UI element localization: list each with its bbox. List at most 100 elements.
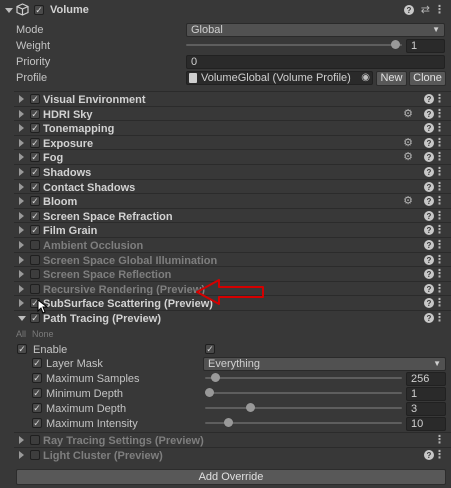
override-enable-checkbox[interactable] — [30, 240, 40, 250]
override-row[interactable]: ✓ Visual Environment? ⋮ — [0, 92, 451, 107]
gear-icon[interactable]: ⚙ — [403, 137, 413, 149]
max-samples-field[interactable]: 256 — [406, 372, 446, 386]
enable-override-checkbox[interactable]: ✓ — [17, 344, 27, 354]
max-depth-field[interactable]: 3 — [406, 402, 446, 416]
override-enable-checkbox[interactable]: ✓ — [30, 196, 40, 206]
kebab-menu-icon[interactable]: ⋮ — [434, 181, 445, 193]
gear-icon[interactable]: ⚙ — [403, 108, 413, 120]
gear-icon[interactable]: ⚙ — [403, 195, 413, 207]
override-row[interactable]: ✓ Bloom ⚙? ⋮ — [0, 194, 451, 209]
expand-arrow-icon[interactable] — [19, 168, 24, 176]
weight-slider-thumb[interactable] — [391, 40, 400, 49]
expand-arrow-icon[interactable] — [19, 256, 24, 264]
max-samples-slider[interactable] — [205, 371, 402, 386]
help-icon[interactable]: ? — [424, 138, 434, 148]
max-depth-override-checkbox[interactable]: ✓ — [32, 403, 42, 413]
preset-icon[interactable]: ⇄ — [421, 3, 430, 16]
help-icon[interactable]: ? — [424, 269, 434, 279]
override-row[interactable]: Ambient Occlusion? ⋮ — [0, 238, 451, 253]
max-samples-override-checkbox[interactable]: ✓ — [32, 373, 42, 383]
kebab-menu-icon[interactable]: ⋮ — [434, 195, 445, 207]
kebab-menu-icon[interactable]: ⋮ — [434, 122, 445, 134]
kebab-menu-icon[interactable]: ⋮ — [434, 93, 445, 105]
component-enabled-checkbox[interactable]: ✓ — [34, 5, 44, 15]
min-depth-field[interactable]: 1 — [406, 387, 446, 401]
kebab-menu-icon[interactable]: ⋮ — [434, 434, 445, 446]
max-depth-slider-thumb[interactable] — [246, 403, 255, 412]
priority-field[interactable]: 0 — [186, 55, 445, 69]
mode-dropdown[interactable]: Global ▼ — [186, 23, 445, 37]
weight-field[interactable]: 1 — [406, 39, 445, 53]
help-icon[interactable]: ? — [424, 123, 434, 133]
clone-button[interactable]: Clone — [409, 71, 446, 86]
override-light-cluster[interactable]: Light Cluster (Preview) ? ⋮ — [0, 448, 451, 463]
help-icon[interactable]: ? — [424, 255, 434, 265]
help-icon[interactable]: ? — [404, 5, 414, 15]
override-row[interactable]: ✓ Shadows? ⋮ — [0, 165, 451, 180]
expand-arrow-icon[interactable] — [19, 270, 24, 278]
override-row[interactable]: ✓ Fog ⚙? ⋮ — [0, 150, 451, 165]
kebab-menu-icon[interactable]: ⋮ — [434, 224, 445, 236]
override-enable-checkbox[interactable] — [30, 284, 40, 294]
enable-value-checkbox[interactable]: ✓ — [205, 344, 215, 354]
override-enable-checkbox[interactable] — [30, 269, 40, 279]
expand-arrow-icon[interactable] — [19, 212, 24, 220]
kebab-menu-icon[interactable]: ⋮ — [434, 137, 445, 149]
help-icon[interactable]: ? — [424, 284, 434, 294]
override-enable-checkbox[interactable]: ✓ — [30, 211, 40, 221]
override-enable-checkbox[interactable] — [30, 450, 40, 460]
kebab-menu-icon[interactable]: ⋮ — [434, 108, 445, 120]
kebab-menu-icon[interactable]: ⋮ — [434, 268, 445, 280]
override-enable-checkbox[interactable]: ✓ — [30, 167, 40, 177]
kebab-menu-icon[interactable]: ⋮ — [434, 449, 445, 461]
expand-arrow-icon[interactable] — [19, 299, 24, 307]
expand-arrow-icon[interactable] — [19, 139, 24, 147]
expand-arrow-icon[interactable] — [19, 241, 24, 249]
override-enable-checkbox[interactable]: ✓ — [30, 123, 40, 133]
help-icon[interactable]: ? — [424, 196, 434, 206]
object-picker-icon[interactable]: ◉ — [361, 72, 370, 84]
override-enable-checkbox[interactable]: ✓ — [30, 225, 40, 235]
override-enable-checkbox[interactable]: ✓ — [30, 109, 40, 119]
new-button[interactable]: New — [376, 71, 407, 86]
gear-icon[interactable]: ⚙ — [403, 151, 413, 163]
help-icon[interactable]: ? — [424, 240, 434, 250]
expand-arrow-icon[interactable] — [19, 153, 24, 161]
add-override-button[interactable]: Add Override — [16, 469, 446, 485]
kebab-menu-icon[interactable]: ⋮ — [434, 283, 445, 295]
max-samples-slider-thumb[interactable] — [211, 373, 220, 382]
all-link[interactable]: All — [16, 329, 26, 339]
min-depth-slider-thumb[interactable] — [205, 388, 214, 397]
override-enable-checkbox[interactable]: ✓ — [30, 138, 40, 148]
help-icon[interactable]: ? — [424, 94, 434, 104]
layer-mask-dropdown[interactable]: Everything ▼ — [203, 357, 446, 371]
help-icon[interactable]: ? — [424, 298, 434, 308]
max-depth-slider[interactable] — [205, 401, 402, 416]
help-icon[interactable]: ? — [424, 211, 434, 221]
weight-slider[interactable] — [186, 38, 402, 53]
expand-arrow-icon[interactable] — [19, 451, 24, 459]
override-row[interactable]: ✓ Film Grain? ⋮ — [0, 223, 451, 238]
collapse-arrow-icon[interactable] — [18, 316, 26, 321]
kebab-menu-icon[interactable]: ⋮ — [434, 297, 445, 309]
max-intensity-field[interactable]: 10 — [406, 417, 446, 431]
none-link[interactable]: None — [32, 329, 54, 339]
override-row[interactable]: ✓ Path Tracing (Preview)? ⋮ — [0, 311, 451, 326]
kebab-menu-icon[interactable]: ⋮ — [434, 312, 445, 324]
help-icon[interactable]: ? — [424, 450, 434, 460]
kebab-menu-icon[interactable]: ⋮ — [434, 166, 445, 178]
override-enable-checkbox[interactable] — [30, 435, 40, 445]
expand-arrow-icon[interactable] — [19, 285, 24, 293]
min-depth-slider[interactable] — [205, 386, 402, 401]
max-intensity-override-checkbox[interactable]: ✓ — [32, 418, 42, 428]
kebab-menu-icon[interactable]: ⋮ — [434, 4, 445, 16]
override-enable-checkbox[interactable]: ✓ — [30, 313, 40, 323]
kebab-menu-icon[interactable]: ⋮ — [434, 239, 445, 251]
layer-mask-override-checkbox[interactable]: ✓ — [32, 358, 42, 368]
expand-arrow-icon[interactable] — [19, 95, 24, 103]
override-enable-checkbox[interactable]: ✓ — [30, 182, 40, 192]
collapse-arrow-icon[interactable] — [5, 8, 13, 13]
help-icon[interactable]: ? — [424, 167, 434, 177]
help-icon[interactable]: ? — [424, 313, 434, 323]
kebab-menu-icon[interactable]: ⋮ — [434, 210, 445, 222]
